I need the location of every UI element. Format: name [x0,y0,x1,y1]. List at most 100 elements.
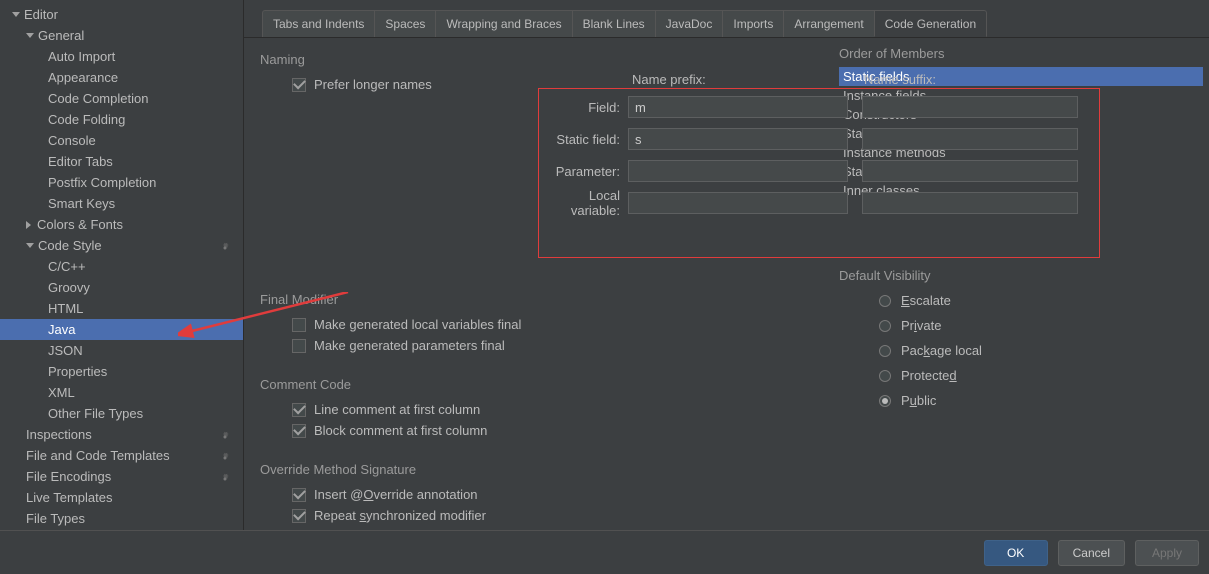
section-default-visibility: Default Visibility [839,268,1203,283]
checkbox-repeat-sync-label: Repeat synchronized modifier [314,508,486,523]
tree-code-style-item[interactable]: HTML [0,298,243,319]
tree-general-item[interactable]: Auto Import [0,46,243,67]
visibility-radio[interactable]: Public [879,393,1203,408]
cancel-button[interactable]: Cancel [1058,540,1125,566]
tree-inspections-label: Inspections [26,424,92,445]
tree-general-label: General [38,25,84,46]
dialog-footer: OK Cancel Apply [0,530,1209,574]
tab-code-generation[interactable]: Code Generation [874,10,987,37]
name-prefix-input[interactable] [628,192,848,214]
gear-icon [219,470,231,482]
visibility-radio-label: Escalate [901,293,951,308]
gear-icon [219,428,231,440]
tree-code-style-item[interactable]: XML [0,382,243,403]
section-naming: Naming [260,52,823,67]
name-prefix-input[interactable] [628,160,848,182]
checkbox-params-final[interactable]: Make generated parameters final [292,338,823,353]
checkbox-repeat-sync[interactable]: Repeat synchronized modifier [292,508,823,523]
visibility-radio-label: Public [901,393,936,408]
tree-live-templates[interactable]: Live Templates [0,487,243,508]
tab-spaces[interactable]: Spaces [374,10,436,37]
tree-inspections[interactable]: Inspections [0,424,243,445]
visibility-radio[interactable]: Escalate [879,293,1203,308]
left-pane: Naming Prefer longer names Name prefix: … [244,40,839,530]
tree-file-code-templates[interactable]: File and Code Templates [0,445,243,466]
tree-file-encodings-label: File Encodings [26,466,111,487]
tree-code-style-item[interactable]: Properties [0,361,243,382]
checkbox-prefer-longer-label: Prefer longer names [314,77,432,92]
tree-general-item[interactable]: Smart Keys [0,193,243,214]
tree-general-item[interactable]: Code Folding [0,109,243,130]
naming-row-label: Static field: [538,132,628,147]
tree-general-item[interactable]: Console [0,130,243,151]
gear-icon [219,239,231,251]
gear-icon [219,449,231,461]
section-final-modifier: Final Modifier [260,292,823,307]
tree-code-style[interactable]: Code Style [0,235,243,256]
tree-general[interactable]: General [0,25,243,46]
tree-colors-fonts-label: Colors & Fonts [37,214,123,235]
visibility-radio[interactable]: Private [879,318,1203,333]
visibility-radio-label: Protected [901,368,957,383]
tree-file-encodings[interactable]: File Encodings [0,466,243,487]
ok-button[interactable]: OK [984,540,1048,566]
naming-row-label: Local variable: [538,188,628,218]
tree-file-types[interactable]: File Types [0,508,243,529]
tree-general-item[interactable]: Postfix Completion [0,172,243,193]
checkbox-params-final-label: Make generated parameters final [314,338,505,353]
tree-colors-fonts[interactable]: Colors & Fonts [0,214,243,235]
tree-general-item[interactable]: Appearance [0,67,243,88]
settings-tree: Editor General Auto ImportAppearanceCode… [0,0,244,530]
section-override: Override Method Signature [260,462,823,477]
tab-wrapping-and-braces[interactable]: Wrapping and Braces [435,10,572,37]
checkbox-block-comment[interactable]: Block comment at first column [292,423,823,438]
tree-code-style-item[interactable]: Other File Types [0,403,243,424]
tree-code-style-item[interactable]: JSON [0,340,243,361]
visibility-radio[interactable]: Protected [879,368,1203,383]
tab-arrangement[interactable]: Arrangement [783,10,874,37]
checkbox-insert-override[interactable]: Insert @Override annotation [292,487,823,502]
tree-code-style-item[interactable]: Java [0,319,243,340]
checkbox-local-vars-final-label: Make generated local variables final [314,317,521,332]
header-name-suffix: Name suffix: [860,72,1086,87]
naming-row-label: Field: [538,100,628,115]
tree-file-types-label: File Types [26,508,85,529]
main-panel: Tabs and IndentsSpacesWrapping and Brace… [244,0,1209,530]
naming-row-label: Parameter: [538,164,628,179]
name-suffix-input[interactable] [862,192,1078,214]
name-suffix-input[interactable] [862,96,1078,118]
checkbox-insert-override-label: Insert @Override annotation [314,487,478,502]
tree-code-style-item[interactable]: C/C++ [0,256,243,277]
apply-button[interactable]: Apply [1135,540,1199,566]
tree-code-style-item[interactable]: Groovy [0,277,243,298]
tree-general-item[interactable]: Code Completion [0,88,243,109]
naming-row: Field: [538,93,1090,121]
tab-blank-lines[interactable]: Blank Lines [572,10,656,37]
tab-imports[interactable]: Imports [722,10,784,37]
name-prefix-input[interactable] [628,96,848,118]
naming-row: Local variable: [538,189,1090,217]
tab-javadoc[interactable]: JavaDoc [655,10,724,37]
checkbox-line-comment[interactable]: Line comment at first column [292,402,823,417]
tab-tabs-and-indents[interactable]: Tabs and Indents [262,10,375,37]
naming-row: Static field: [538,125,1090,153]
name-suffix-input[interactable] [862,128,1078,150]
section-comment-code: Comment Code [260,377,823,392]
section-order-members: Order of Members [839,46,1203,61]
checkbox-block-comment-label: Block comment at first column [314,423,487,438]
naming-row: Parameter: [538,157,1090,185]
tree-editor-label: Editor [24,4,58,25]
tree-editor[interactable]: Editor [0,4,243,25]
tree-code-style-label: Code Style [38,235,102,256]
header-name-prefix: Name prefix: [628,72,860,87]
visibility-radio-label: Private [901,318,941,333]
checkbox-local-vars-final[interactable]: Make generated local variables final [292,317,823,332]
name-suffix-input[interactable] [862,160,1078,182]
visibility-radio[interactable]: Package local [879,343,1203,358]
tree-file-code-templates-label: File and Code Templates [26,445,170,466]
tree-live-templates-label: Live Templates [26,487,112,508]
tab-bar: Tabs and IndentsSpacesWrapping and Brace… [244,10,1209,38]
name-prefix-input[interactable] [628,128,848,150]
visibility-radio-label: Package local [901,343,982,358]
tree-general-item[interactable]: Editor Tabs [0,151,243,172]
